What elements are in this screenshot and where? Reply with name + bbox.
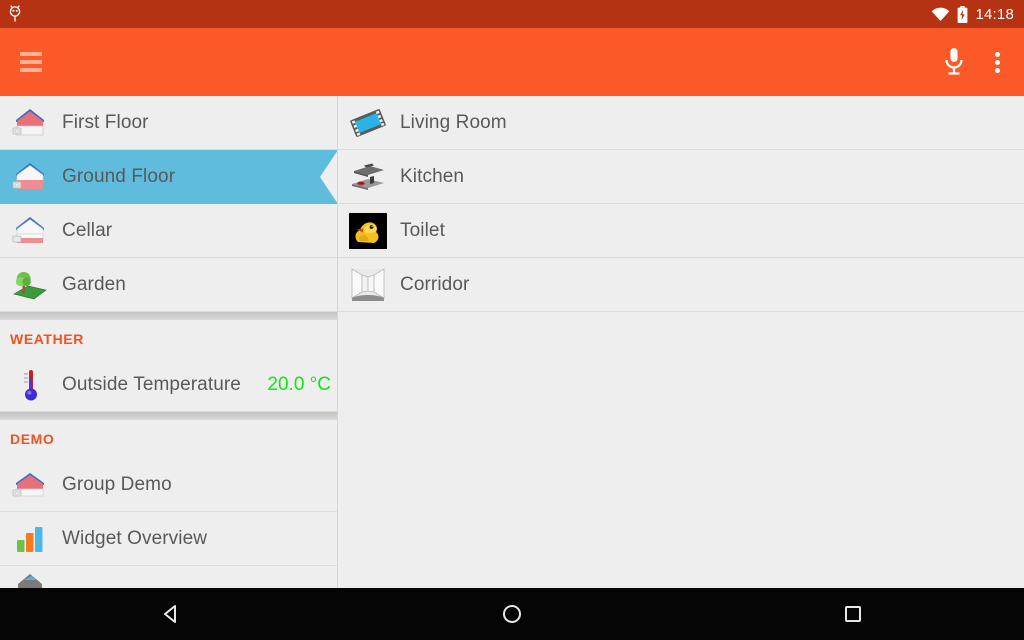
overflow-menu-icon[interactable] bbox=[985, 46, 1010, 79]
status-bar-right: 14:18 bbox=[931, 5, 1014, 23]
android-debug-icon bbox=[8, 5, 22, 23]
list-item-cellar[interactable]: Cellar bbox=[0, 204, 337, 258]
status-bar: 14:18 bbox=[0, 0, 1024, 28]
back-triangle-icon[interactable] bbox=[111, 588, 231, 640]
list-item-label: Kitchen bbox=[400, 165, 465, 187]
house-cellar-icon bbox=[8, 209, 52, 253]
list-item-label: Cellar bbox=[62, 219, 113, 241]
section-header-label: WEATHER bbox=[10, 331, 84, 347]
wifi-icon bbox=[931, 7, 950, 22]
bar-chart-icon bbox=[8, 517, 52, 561]
house-ground-floor-icon bbox=[8, 155, 52, 199]
section-separator bbox=[0, 412, 337, 420]
section-header-weather: WEATHER bbox=[0, 320, 337, 358]
device-screen: 14:18 First Floor Ground Floor Cellar Ga… bbox=[0, 0, 1024, 640]
section-header-label: DEMO bbox=[10, 431, 55, 447]
list-item-label: Widget Overview bbox=[62, 527, 208, 549]
list-item-label: Toilet bbox=[400, 219, 445, 241]
list-item-label: Outside Temperature bbox=[62, 373, 241, 395]
right-list-pane: Living Room Kitchen Toilet Corridor bbox=[338, 96, 1024, 588]
list-item-label: Corridor bbox=[400, 273, 470, 295]
list-item-label: Garden bbox=[62, 273, 126, 295]
list-item-label: First Floor bbox=[62, 111, 149, 133]
list-item-label: Ground Floor bbox=[62, 165, 176, 187]
app-toolbar bbox=[0, 28, 1024, 96]
film-strip-icon bbox=[346, 101, 390, 145]
hamburger-menu-icon[interactable] bbox=[20, 52, 42, 72]
list-item-group-demo[interactable]: Group Demo bbox=[0, 458, 337, 512]
thermometer-icon bbox=[8, 363, 52, 407]
list-item-label: Group Demo bbox=[62, 473, 172, 495]
house-group-demo-icon bbox=[8, 463, 52, 507]
list-item-label: Living Room bbox=[400, 111, 507, 133]
section-header-demo: DEMO bbox=[0, 420, 337, 458]
list-item-ground-floor[interactable]: Ground Floor bbox=[0, 150, 337, 204]
main-content: First Floor Ground Floor Cellar Garden W… bbox=[0, 96, 1024, 588]
status-bar-left bbox=[8, 5, 22, 23]
list-item-outside-temperature[interactable]: Outside Temperature 20.0 °C bbox=[0, 358, 337, 412]
partial-item-icon bbox=[8, 566, 52, 588]
stove-icon bbox=[346, 155, 390, 199]
corridor-icon bbox=[346, 263, 390, 307]
rubber-duck-icon bbox=[346, 209, 390, 253]
toolbar-actions bbox=[943, 46, 1010, 79]
battery-charging-icon bbox=[957, 5, 968, 23]
list-item-corridor[interactable]: Corridor bbox=[338, 258, 1024, 312]
list-item-garden[interactable]: Garden bbox=[0, 258, 337, 312]
list-item-kitchen[interactable]: Kitchen bbox=[338, 150, 1024, 204]
list-item-toilet[interactable]: Toilet bbox=[338, 204, 1024, 258]
house-first-floor-icon bbox=[8, 101, 52, 145]
temperature-value: 20.0 °C bbox=[267, 373, 331, 395]
list-item-living-room[interactable]: Living Room bbox=[338, 96, 1024, 150]
home-circle-icon[interactable] bbox=[452, 588, 572, 640]
recents-square-icon[interactable] bbox=[793, 588, 913, 640]
microphone-icon[interactable] bbox=[943, 46, 965, 78]
status-bar-clock: 14:18 bbox=[975, 5, 1014, 23]
left-list-pane: First Floor Ground Floor Cellar Garden W… bbox=[0, 96, 338, 588]
list-item-widget-overview[interactable]: Widget Overview bbox=[0, 512, 337, 566]
list-item-partial[interactable] bbox=[0, 566, 337, 588]
android-navigation-bar bbox=[0, 588, 1024, 640]
list-item-first-floor[interactable]: First Floor bbox=[0, 96, 337, 150]
garden-tree-icon bbox=[8, 263, 52, 307]
section-separator bbox=[0, 312, 337, 320]
